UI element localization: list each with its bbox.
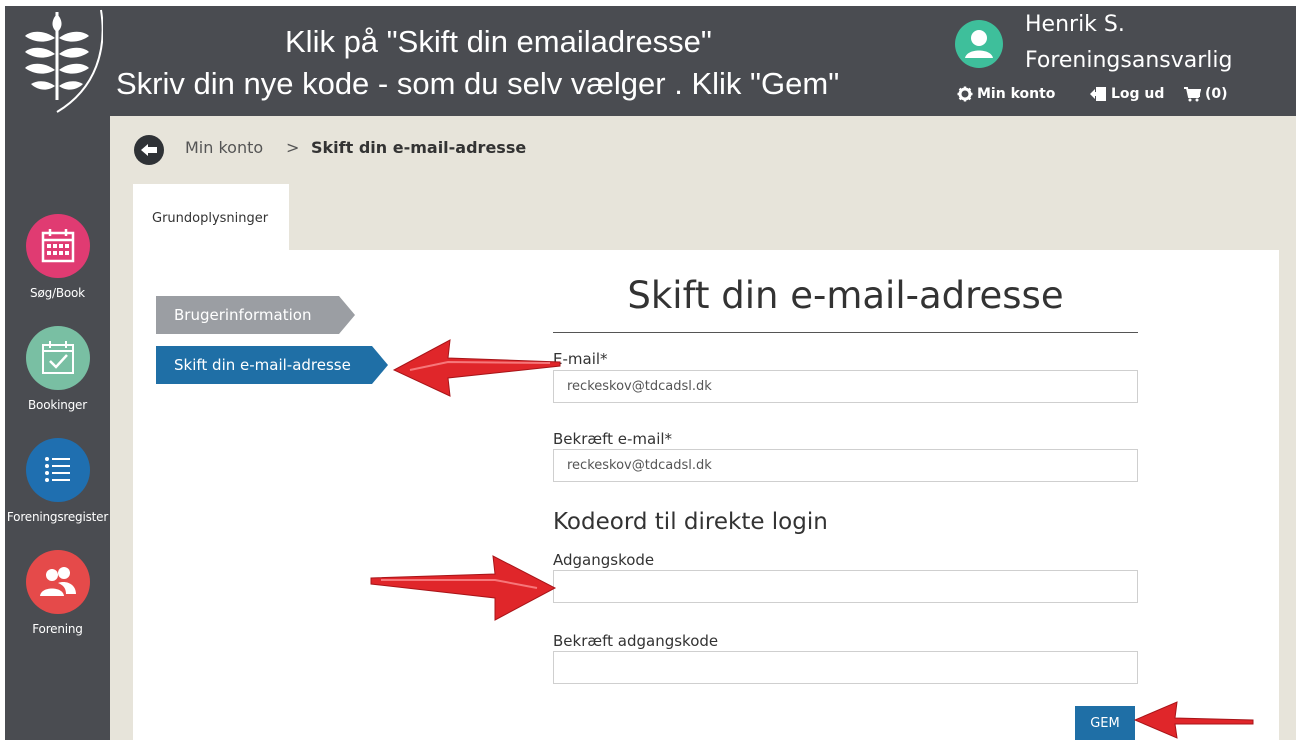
back-arrow-icon[interactable] [134, 135, 164, 165]
password-section-title: Kodeord til direkte login [553, 509, 828, 535]
gear-icon [957, 86, 973, 102]
sidebar-circle [25, 326, 90, 390]
sidebar-item-label: Bookinger [28, 398, 87, 412]
instruction-line-2: Skriv din nye kode - som du selv vælger … [116, 66, 840, 101]
sidebar-item-label: Søg/Book [30, 286, 85, 300]
calendar-check-icon [41, 341, 74, 374]
breadcrumb-separator: > [286, 138, 300, 157]
tab-label: Grundoplysninger [152, 211, 269, 226]
logout-icon [1090, 87, 1106, 101]
cart-count: (0) [1205, 86, 1228, 102]
calendar-icon [41, 229, 74, 263]
confirm-password-label: Bekræft adgangskode [553, 632, 719, 650]
sidebar-item-label: Foreningsregister [6, 510, 109, 524]
sidebar-item-forening[interactable]: Forening [5, 550, 110, 636]
sidebar-circle [25, 550, 90, 614]
annotation-arrow-icon [1133, 701, 1254, 739]
save-button[interactable]: GEM [1075, 706, 1135, 740]
annotation-arrow-icon [392, 339, 561, 397]
list-icon [44, 457, 70, 482]
logout-link[interactable]: Log ud [1089, 86, 1164, 102]
email-field[interactable] [553, 370, 1138, 403]
arrow-left-icon [141, 144, 157, 156]
password-field[interactable] [553, 570, 1138, 603]
password-label: Adgangskode [553, 551, 655, 569]
annotation-arrow-icon [370, 555, 557, 621]
sidebar-item-bookinger[interactable]: Bookinger [5, 326, 110, 412]
breadcrumb-current: Skift din e-mail-adresse [311, 138, 527, 157]
step-skift-email[interactable]: Skift din e-mail-adresse [156, 346, 388, 384]
cart-link[interactable]: (0) [1183, 86, 1228, 102]
user-icon [965, 30, 993, 58]
logout-label: Log ud [1111, 86, 1165, 102]
tab-grundoplysninger[interactable]: Grundoplysninger [133, 184, 289, 250]
form-title: Skift din e-mail-adresse [627, 274, 1064, 317]
sidebar-item-sog-book[interactable]: Søg/Book [5, 214, 110, 300]
title-divider [553, 332, 1138, 333]
leaf-logo-icon [25, 9, 103, 113]
user-role: Foreningsansvarlig [1025, 48, 1233, 73]
confirm-password-field[interactable] [553, 651, 1138, 684]
people-icon [39, 567, 76, 596]
app-frame: Klik på "Skift din emailadresse" Skriv d… [5, 6, 1296, 740]
top-header: Klik på "Skift din emailadresse" Skriv d… [5, 6, 1296, 116]
sidebar-item-foreningsregister[interactable]: Foreningsregister [5, 438, 110, 524]
instruction-line-1: Klik på "Skift din emailadresse" [285, 24, 712, 59]
step-brugerinformation[interactable]: Brugerinformation [156, 296, 355, 334]
user-avatar[interactable] [955, 20, 1003, 68]
confirm-email-label: Bekræft e-mail* [553, 430, 673, 448]
sidebar-circle [25, 214, 90, 278]
confirm-email-field[interactable] [553, 449, 1138, 482]
sidebar-item-label: Forening [32, 622, 83, 636]
sidebar: Søg/Book Bookinger Foreningsregister For… [5, 116, 110, 740]
my-account-link[interactable]: Min konto [957, 86, 1055, 102]
sidebar-circle [25, 438, 90, 502]
my-account-label: Min konto [977, 86, 1056, 102]
breadcrumb-root-link[interactable]: Min konto [185, 138, 263, 157]
user-name: Henrik S. [1025, 12, 1125, 37]
cart-icon [1184, 87, 1201, 102]
